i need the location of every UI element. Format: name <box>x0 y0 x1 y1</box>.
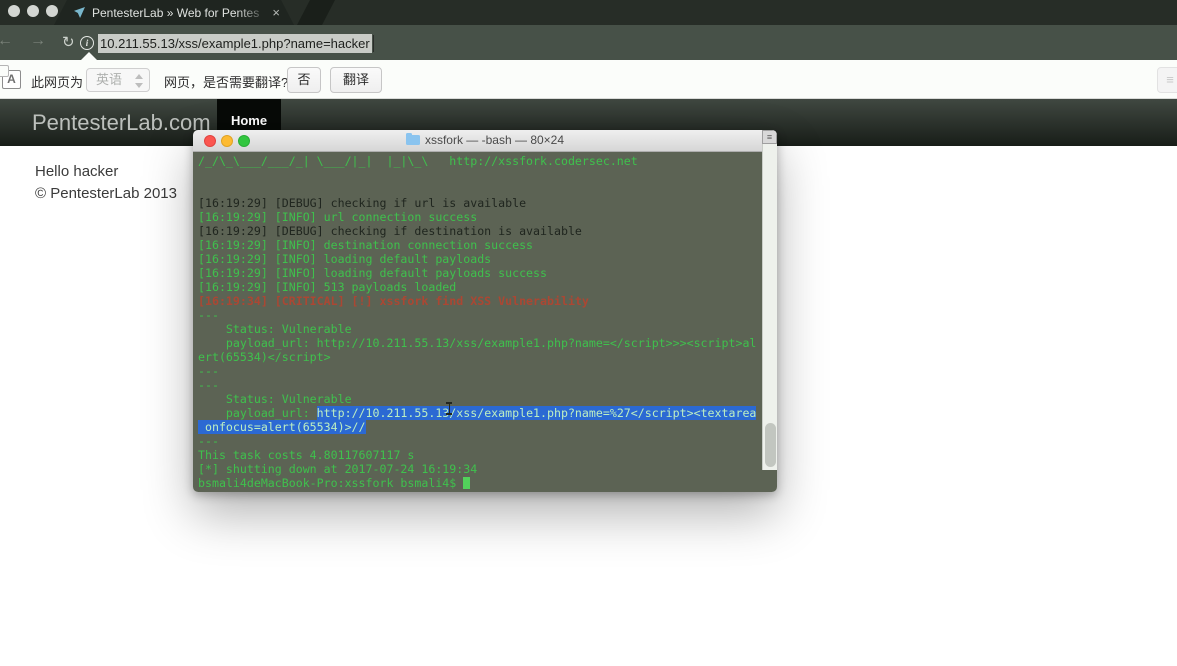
site-brand[interactable]: PentesterLab.com <box>32 99 211 146</box>
terminal-line: [16:19:29] [DEBUG] checking if destinati… <box>198 224 777 238</box>
terminal-line: [16:19:29] [INFO] loading default payloa… <box>198 266 777 280</box>
terminal-line: [16:19:29] [INFO] 513 payloads loaded <box>198 280 777 294</box>
tab-close-icon[interactable]: × <box>272 6 280 19</box>
terminal-line: [16:19:29] [INFO] url connection success <box>198 210 777 224</box>
terminal-line: --- <box>198 364 777 378</box>
copyright-text: © PentesterLab 2013 <box>35 185 177 202</box>
folder-icon <box>406 135 420 145</box>
translate-bar: A 此网页为 英语 网页，是否需要翻译? 否 翻译 ≡ <box>0 60 1177 99</box>
terminal-line: --- <box>198 308 777 322</box>
window-zoom-button[interactable] <box>46 5 58 17</box>
translate-options-icon[interactable]: ≡ <box>1157 67 1177 93</box>
terminal-line: [16:19:34] [CRITICAL] [!] xssfork find X… <box>198 294 777 308</box>
terminal-line: --- <box>198 378 777 392</box>
tab-favicon <box>74 7 85 18</box>
terminal-titlebar[interactable]: xssfork — -bash — 80×24 <box>193 130 777 152</box>
language-select[interactable]: 英语 <box>86 68 150 92</box>
terminal-output[interactable]: /_/\_\___/___/_| \___/|_| |_|\_\ http://… <box>193 152 777 492</box>
window-close-button[interactable] <box>8 5 20 17</box>
terminal-line: Status: Vulnerable <box>198 322 777 336</box>
reload-icon[interactable]: ↻ <box>62 33 75 51</box>
inactive-tab-area <box>297 0 335 25</box>
translate-question-label: 网页，是否需要翻译? <box>164 72 288 91</box>
url-caret <box>373 35 374 52</box>
terminal-line <box>198 182 777 196</box>
terminal-line: payload_url: http://10.211.55.13/xss/exa… <box>198 336 777 350</box>
page-info-icon[interactable]: i <box>80 36 94 50</box>
tab-title-fade <box>236 0 270 25</box>
screen: PentesterLab » Web for Pentes × ← → ↻ i … <box>0 0 1177 666</box>
translate-bubble-arrow <box>80 52 98 61</box>
chevron-updown-icon <box>135 73 143 89</box>
terminal-line: [16:19:29] [INFO] destination connection… <box>198 238 777 252</box>
terminal-title: xssfork — -bash — 80×24 <box>193 130 777 152</box>
forward-icon[interactable]: → <box>30 32 46 50</box>
browser-tab[interactable]: PentesterLab » Web for Pentes × <box>54 0 294 25</box>
terminal-line: bsmali4deMacBook-Pro:xssfork bsmali4$ <box>198 476 777 490</box>
browser-tab-bar: PentesterLab » Web for Pentes × <box>0 0 1177 25</box>
language-value: 英语 <box>96 72 122 87</box>
terminal-scrollbar-track[interactable]: ≡ <box>762 130 777 470</box>
terminal-window: xssfork — -bash — 80×24 /_/\_\___/___/_|… <box>193 130 777 492</box>
terminal-line: This task costs 4.80117607117 s <box>198 448 777 462</box>
greeting-text: Hello hacker <box>35 163 118 180</box>
terminal-line: ert(65534)</script> <box>198 350 777 364</box>
translate-accept-button[interactable]: 翻译 <box>330 67 382 93</box>
url-input[interactable]: 10.211.55.13/xss/example1.php?name=hacke… <box>98 34 372 53</box>
terminal-line: payload_url: http://10.211.55.13/xss/exa… <box>198 406 777 420</box>
browser-toolbar: ← → ↻ i 10.211.55.13/xss/example1.php?na… <box>0 25 1177 60</box>
terminal-line: onfocus=alert(65534)>// <box>198 420 777 434</box>
terminal-line: --- <box>198 434 777 448</box>
translate-prefix-label: 此网页为 <box>31 72 83 91</box>
terminal-line <box>198 168 777 182</box>
terminal-line: [16:19:29] [INFO] loading default payloa… <box>198 252 777 266</box>
translate-decline-button[interactable]: 否 <box>287 67 321 93</box>
mouse-cursor-ibeam <box>445 402 453 415</box>
terminal-line: Status: Vulnerable <box>198 392 777 406</box>
scrollbar-menu-icon[interactable]: ≡ <box>762 130 777 144</box>
terminal-line: [16:19:29] [DEBUG] checking if url is av… <box>198 196 777 210</box>
terminal-line: [*] shutting down at 2017-07-24 16:19:34 <box>198 462 777 476</box>
back-icon[interactable]: ← <box>0 32 13 50</box>
terminal-block-cursor <box>463 477 470 489</box>
terminal-scrollbar-thumb[interactable] <box>765 423 776 467</box>
translate-icon: A <box>2 70 21 89</box>
terminal-line: /_/\_\___/___/_| \___/|_| |_|\_\ http://… <box>198 154 777 168</box>
window-minimize-button[interactable] <box>27 5 39 17</box>
url-text: 10.211.55.13/xss/example1.php?name=hacke… <box>100 36 370 51</box>
